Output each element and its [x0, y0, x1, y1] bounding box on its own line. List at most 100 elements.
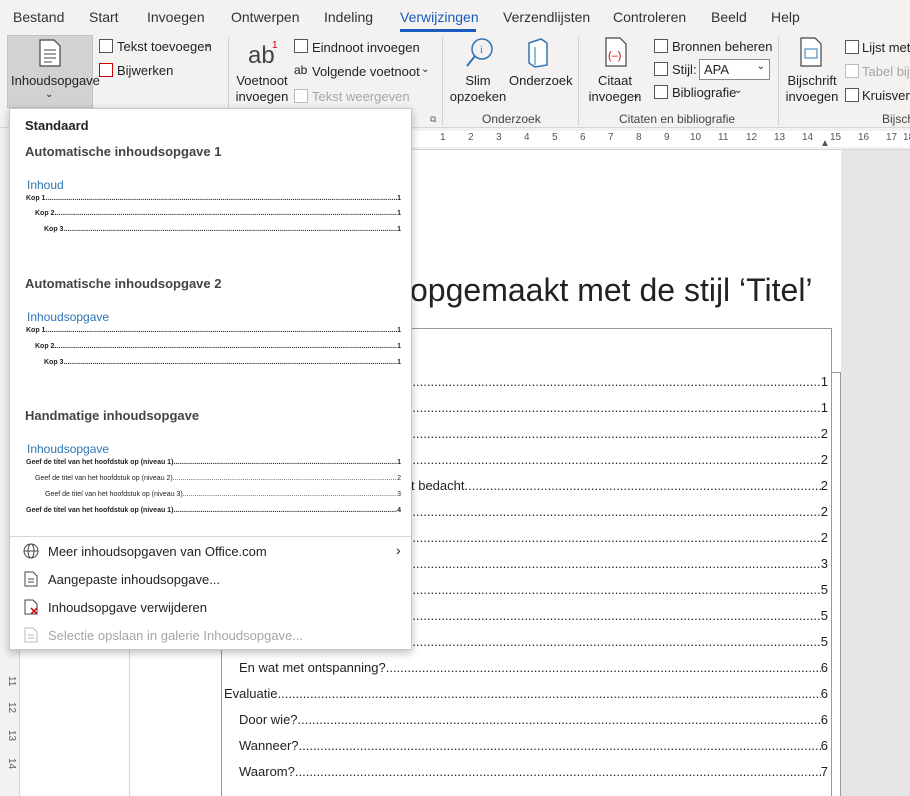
tab-beeld[interactable]: Beeld: [711, 9, 747, 25]
preview-leader: [54, 210, 397, 220]
ruler-number: 4: [524, 132, 530, 143]
toc-page-number: 6: [820, 660, 828, 675]
vertical-ruler-number: 13: [6, 730, 17, 742]
preview-line: Kop 1 1: [26, 195, 401, 205]
toc-leader: [299, 738, 821, 756]
tab-ontwerpen[interactable]: Ontwerpen: [231, 9, 299, 25]
preview-line-page: 1: [397, 210, 401, 217]
toc-entry[interactable]: Door wie? 6: [239, 712, 828, 730]
citations-group-label: Citaten en bibliografie: [619, 112, 736, 126]
tab-verwijzingen[interactable]: Verwijzingen: [400, 9, 479, 25]
ruler-number: 18: [903, 132, 910, 143]
update-table-icon: [845, 64, 859, 78]
preview-title: Inhoudsopgave: [27, 310, 110, 324]
citation-label-1: Citaat: [598, 73, 632, 88]
ruler-number: 14: [802, 132, 814, 143]
active-tab-indicator: [400, 29, 476, 32]
captions-group-label: Bijsch: [882, 112, 910, 126]
update-button[interactable]: Bijwerken: [117, 63, 173, 78]
update-table-button[interactable]: Tabel bijw: [862, 64, 910, 79]
footnote-icon: ab 1: [248, 40, 278, 67]
cross-reference-button[interactable]: Kruisverw: [862, 88, 910, 103]
preview-leader: [63, 359, 397, 369]
save-selection-menu-item[interactable]: Selectie opslaan in galerie Inhoudsopgav…: [48, 628, 303, 643]
toc-page-number: 2: [820, 426, 828, 441]
tab-bestand[interactable]: Bestand: [13, 9, 64, 25]
caption-label-1: Bijschrift: [787, 73, 837, 88]
tab-start[interactable]: Start: [89, 9, 119, 25]
indent-marker-icon[interactable]: ▲: [820, 138, 830, 149]
style-select-value: APA: [704, 62, 730, 77]
endnote-icon: [294, 39, 308, 53]
style-label: Stijl:: [672, 62, 697, 77]
researcher-button[interactable]: Onderzoek: [509, 73, 573, 88]
toc-page-number: 6: [820, 738, 828, 753]
next-footnote-icon: ab: [294, 63, 308, 77]
style-select[interactable]: APA ⌄: [699, 59, 770, 80]
ribbon-separator: [578, 37, 579, 125]
smart-lookup-button[interactable]: Slim opzoeken: [448, 73, 508, 105]
toc-page-number: 5: [820, 634, 828, 649]
footnote-label-2: invoegen: [235, 89, 289, 104]
footnote-label-1: Voetnoot: [236, 73, 288, 88]
bibliography-button[interactable]: Bibliografie: [672, 85, 736, 100]
toc-entry[interactable]: Evaluatie 6: [224, 686, 828, 704]
manage-sources-button[interactable]: Bronnen beheren: [672, 39, 772, 54]
insert-caption-button[interactable]: Bijschrift invoegen: [782, 73, 842, 105]
toc-entry[interactable]: Wanneer? 6: [239, 738, 828, 756]
toc-leader: [465, 478, 821, 496]
preview-line-page: 1: [397, 343, 401, 350]
preview-line: Geef de titel van het hoofdstuk op (nive…: [45, 491, 401, 501]
toc-entry[interactable]: En wat met ontspanning? 6: [239, 660, 828, 678]
tab-verzendlijsten[interactable]: Verzendlijsten: [503, 9, 590, 25]
tab-invoegen[interactable]: Invoegen: [147, 9, 205, 25]
toc-entry[interactable]: t bedacht 2: [411, 478, 828, 496]
show-notes-icon: [294, 89, 308, 103]
next-footnote-button[interactable]: Volgende voetnoot: [312, 64, 420, 79]
chevron-right-icon: ›: [396, 542, 401, 558]
insert-table-of-figures-button[interactable]: Lijst met: [862, 40, 910, 55]
preview-line-page: 3: [397, 491, 401, 498]
update-table-icon: [99, 63, 113, 77]
chevron-down-icon: ⌄: [734, 85, 743, 96]
preview-line: Geef de titel van het hoofdstuk op (nive…: [35, 475, 401, 485]
remove-toc-menu-item[interactable]: Inhoudsopgave verwijderen: [48, 600, 207, 615]
add-text-button[interactable]: Tekst toevoegen: [117, 39, 212, 54]
research-group-label: Onderzoek: [482, 112, 541, 126]
toc-page-number: 5: [820, 582, 828, 597]
insert-footnote-button[interactable]: Voetnoot invoegen: [232, 73, 292, 105]
preview-line-text: Kop 1: [26, 327, 46, 334]
ruler-number: 12: [746, 132, 758, 143]
document-title[interactable]: opgemaakt met de stijl ‘Titel’: [410, 272, 813, 309]
show-notes-button[interactable]: Tekst weergeven: [312, 89, 410, 104]
ruler-number: 13: [774, 132, 786, 143]
preview-leader: [183, 491, 397, 501]
insert-endnote-button[interactable]: Eindnoot invoegen: [312, 40, 420, 55]
save-selection-icon: [24, 627, 38, 643]
preview-line-text: Geef de titel van het hoofdstuk op (nive…: [26, 459, 174, 466]
preview-line: Kop 1 1: [26, 327, 401, 337]
toc-page-number: 1: [820, 374, 828, 389]
caption-icon: [800, 37, 822, 67]
more-tocs-menu-item[interactable]: Meer inhoudsopgaven van Office.com: [48, 544, 267, 559]
preview-title: Inhoud: [27, 178, 64, 192]
custom-toc-icon: [24, 571, 38, 587]
tab-indeling[interactable]: Indeling: [324, 9, 373, 25]
preview-line: Kop 3 1: [44, 359, 401, 369]
preview-line-page: 1: [397, 327, 401, 334]
preview-line-text: Geef de titel van het hoofdstuk op (nive…: [26, 507, 174, 514]
preview-line-page: 4: [397, 507, 401, 514]
ruler-number: 6: [580, 132, 586, 143]
preview-line-text: Kop 3: [44, 359, 64, 366]
add-text-icon: [99, 39, 113, 53]
tab-controleren[interactable]: Controleren: [613, 9, 686, 25]
caption-label-2: invoegen: [785, 89, 839, 104]
toc-entry-text: Door wie?: [239, 712, 298, 727]
custom-toc-menu-item[interactable]: Aangepaste inhoudsopgave...: [48, 572, 220, 587]
toc-entry[interactable]: Waarom? 7: [239, 764, 828, 782]
preview-line-page: 1: [397, 359, 401, 366]
ruler-number: 9: [664, 132, 670, 143]
gallery-section-title: Handmatige inhoudsopgave: [25, 408, 200, 423]
tab-help[interactable]: Help: [771, 9, 800, 25]
dialog-launcher-icon[interactable]: ⧉: [430, 114, 436, 125]
